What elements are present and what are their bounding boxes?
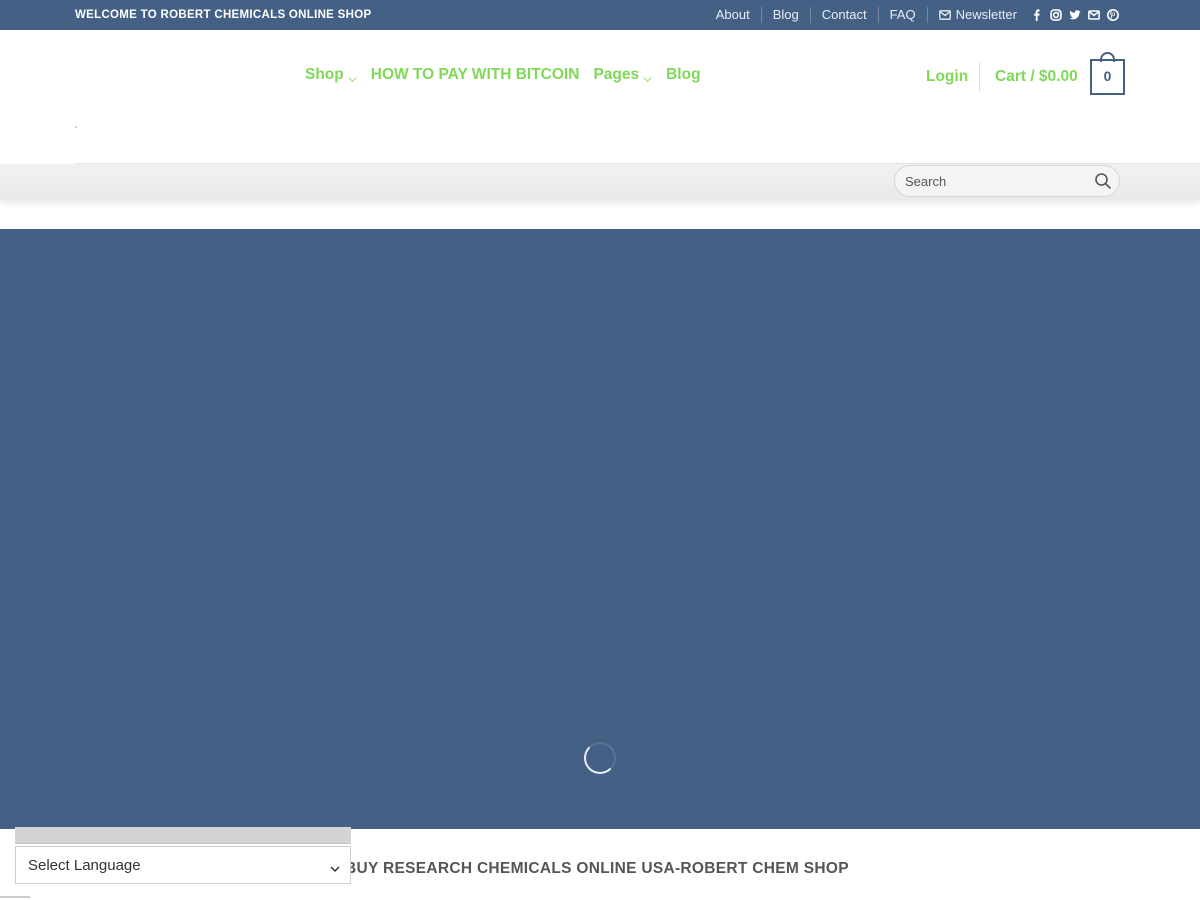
twitter-icon[interactable] (1065, 0, 1084, 30)
cart-count: 0 (1103, 68, 1112, 84)
instagram-icon[interactable] (1046, 0, 1065, 30)
language-select-value: Select Language (28, 857, 141, 874)
faq-link[interactable]: FAQ (879, 7, 928, 23)
about-link[interactable]: About (705, 7, 762, 23)
search-icon[interactable] (1094, 172, 1112, 190)
newsletter-label: Newsletter (955, 7, 1017, 22)
footer-line (0, 896, 30, 898)
chevron-down-icon (330, 861, 340, 873)
top-links: About Blog Contact FAQ Newsletter (705, 0, 1122, 30)
cart-link[interactable]: Cart / $0.00 (995, 68, 1078, 86)
chevron-down-icon (643, 71, 652, 82)
site-header: Shop HOW TO PAY WITH BITCOIN Pages Blog … (0, 30, 1200, 163)
pinterest-icon[interactable] (1103, 0, 1122, 30)
envelope-icon (938, 10, 951, 20)
search-input[interactable] (894, 165, 1120, 197)
main-nav: Shop HOW TO PAY WITH BITCOIN Pages Blog (305, 66, 701, 84)
login-link[interactable]: Login (926, 68, 968, 86)
language-bar (15, 827, 351, 844)
contact-link[interactable]: Contact (811, 7, 879, 23)
email-icon[interactable] (1084, 0, 1103, 30)
facebook-icon[interactable] (1027, 0, 1046, 30)
nav-item-bitcoin[interactable]: HOW TO PAY WITH BITCOIN (371, 66, 580, 84)
nav-item-blog[interactable]: Blog (666, 66, 700, 84)
nav-item-pages-label: Pages (593, 66, 640, 83)
language-select[interactable]: Select Language (15, 846, 351, 884)
nav-item-bitcoin-label: HOW TO PAY WITH BITCOIN (370, 66, 580, 83)
nav-item-shop[interactable]: Shop (305, 66, 357, 84)
page-heading: BUY RESEARCH CHEMICALS ONLINE USA-ROBERT… (345, 860, 849, 877)
cart-bag-icon[interactable]: 0 (1090, 52, 1125, 95)
site-logo[interactable] (75, 126, 77, 128)
welcome-message: WELCOME TO ROBERT CHEMICALS ONLINE SHOP (75, 9, 372, 21)
nav-item-shop-label: Shop (305, 66, 344, 83)
nav-item-pages[interactable]: Pages (593, 66, 652, 84)
header-divider (979, 62, 980, 92)
chevron-down-icon (348, 71, 357, 82)
blog-link[interactable]: Blog (762, 7, 811, 23)
top-bar: WELCOME TO ROBERT CHEMICALS ONLINE SHOP … (0, 0, 1200, 30)
loading-spinner-icon (584, 742, 616, 774)
nav-item-blog-label: Blog (666, 66, 701, 83)
newsletter-link[interactable]: Newsletter (928, 7, 1027, 23)
hero-slider (0, 229, 1200, 829)
